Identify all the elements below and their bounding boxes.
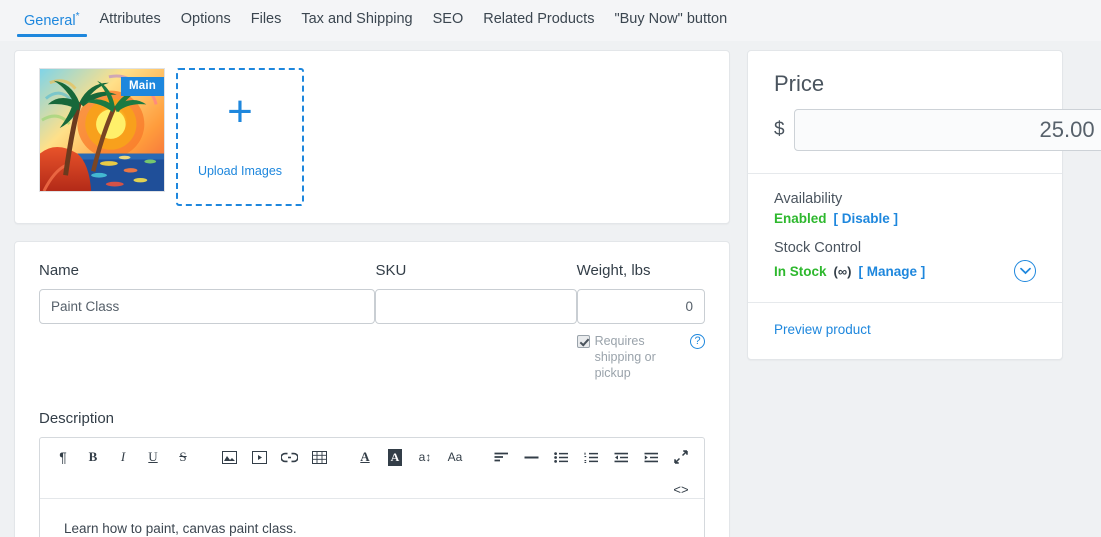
tab-general-label: General (24, 12, 76, 29)
tab-tax-and-shipping[interactable]: Tax and Shipping (291, 0, 422, 39)
underline-icon[interactable]: U (138, 445, 168, 469)
product-details-card: Name SKU Weight, lbs Requires shipping o… (14, 241, 730, 537)
tab-buy-now-button[interactable]: "Buy Now" button (604, 0, 737, 39)
insert-link-icon[interactable] (274, 445, 304, 469)
preview-section: Preview product (748, 302, 1062, 359)
italic-icon[interactable]: I (108, 445, 138, 469)
price-section: Price $ (748, 51, 1101, 173)
sku-input[interactable] (375, 289, 577, 324)
help-icon[interactable]: ? (690, 334, 705, 349)
insert-image-icon[interactable] (214, 445, 244, 469)
product-thumbnail[interactable]: Main (39, 68, 165, 192)
price-input[interactable] (793, 109, 1101, 151)
expand-icon[interactable] (666, 445, 696, 469)
left-column: Main + Upload Images Name SKU (14, 50, 730, 537)
tab-attributes[interactable]: Attributes (90, 0, 171, 39)
insert-video-icon[interactable] (244, 445, 274, 469)
description-body[interactable]: Learn how to paint, canvas paint class. (40, 499, 704, 537)
tab-active-underline (17, 33, 87, 37)
availability-section: Availability Enabled [ Disable ] Stock C… (748, 173, 1062, 302)
preview-product-link[interactable]: Preview product (774, 322, 871, 337)
stock-options-chevron-down-icon[interactable] (1014, 260, 1036, 282)
name-input[interactable] (39, 289, 376, 324)
tab-options[interactable]: Options (171, 0, 241, 39)
bold-icon[interactable]: B (78, 445, 108, 469)
tab-general-marker: * (75, 11, 80, 22)
weight-field-group: Weight, lbs Requires shipping or pickup … (576, 262, 705, 381)
availability-label: Availability (774, 191, 843, 207)
tab-related-products-label: Related Products (483, 11, 595, 27)
editor-toolbar-row: ¶ B I U S A A a↕ Aa (48, 445, 696, 469)
text-color-icon[interactable]: A (350, 445, 380, 469)
strikethrough-icon[interactable]: S (168, 445, 198, 469)
horizontal-rule-icon[interactable] (516, 445, 546, 469)
numbered-list-icon[interactable] (576, 445, 606, 469)
disable-availability-link[interactable]: [ Disable ] (834, 211, 899, 226)
stock-status-badge: In Stock (774, 263, 827, 279)
insert-table-icon[interactable] (304, 445, 334, 469)
requires-shipping-checkbox[interactable] (576, 335, 590, 348)
product-editor-page: Main + Upload Images Name SKU (0, 41, 1101, 537)
tab-attributes-label: Attributes (99, 11, 161, 27)
editor-toolbar: ¶ B I U S A A a↕ Aa <> (40, 438, 704, 499)
upload-images-dropzone[interactable]: + Upload Images (176, 68, 304, 206)
highlight-color-icon[interactable]: A (380, 445, 410, 469)
product-fields-row: Name SKU Weight, lbs Requires shipping o… (39, 262, 705, 381)
text-case-icon[interactable]: Aa (440, 445, 470, 469)
sku-label: SKU (375, 262, 407, 279)
main-image-badge: Main (121, 77, 164, 96)
plus-icon: + (227, 87, 253, 136)
manage-stock-link[interactable]: [ Manage ] (858, 264, 925, 279)
product-tab-bar: General* Attributes Options Files Tax an… (0, 0, 1101, 41)
editor-toolbar-right: <> (666, 445, 696, 501)
requires-shipping-row: Requires shipping or pickup ? (576, 333, 705, 381)
availability-status-badge: Enabled (774, 211, 827, 226)
code-view-icon[interactable]: <> (666, 477, 696, 501)
outdent-icon[interactable] (606, 445, 636, 469)
stock-quantity: (∞) (833, 263, 852, 279)
bullet-list-icon[interactable] (546, 445, 576, 469)
paragraph-icon[interactable]: ¶ (48, 445, 78, 469)
align-icon[interactable] (486, 445, 516, 469)
indent-icon[interactable] (636, 445, 666, 469)
tab-seo-label: SEO (432, 11, 464, 27)
description-label: Description (39, 410, 115, 427)
requires-shipping-label: Requires shipping or pickup (594, 334, 656, 380)
tab-general[interactable]: General* (14, 0, 90, 41)
right-column: Price $ Availability Enabled [ Disable ]… (747, 50, 1101, 360)
tab-tax-and-shipping-label: Tax and Shipping (301, 11, 413, 27)
weight-input[interactable] (576, 289, 705, 324)
font-size-icon[interactable]: a↕ (410, 445, 440, 469)
upload-images-label: Upload Images (197, 164, 283, 178)
product-images-row: Main + Upload Images (39, 68, 729, 206)
name-field-group: Name (39, 262, 376, 381)
sku-field-group: SKU (375, 262, 577, 381)
product-images-card: Main + Upload Images (14, 50, 730, 224)
tab-options-label: Options (180, 11, 231, 27)
stock-control-label: Stock Control (774, 240, 862, 256)
description-editor: ¶ B I U S A A a↕ Aa <> Learn how to pain… (39, 437, 705, 537)
availability-status-row: Enabled [ Disable ] (774, 211, 1036, 226)
tab-files[interactable]: Files (241, 0, 292, 39)
product-summary-card: Price $ Availability Enabled [ Disable ]… (747, 50, 1101, 360)
name-label: Name (39, 262, 80, 279)
tab-files-label: Files (250, 11, 282, 27)
tab-buy-now-button-label: "Buy Now" button (614, 11, 728, 27)
price-title: Price (774, 71, 825, 96)
tab-related-products[interactable]: Related Products (473, 0, 604, 39)
currency-symbol: $ (774, 119, 785, 140)
tab-seo[interactable]: SEO (423, 0, 474, 39)
weight-label: Weight, lbs (576, 262, 651, 279)
price-row: $ (774, 109, 1101, 151)
stock-control-row: In Stock (∞) [ Manage ] (774, 260, 1036, 282)
